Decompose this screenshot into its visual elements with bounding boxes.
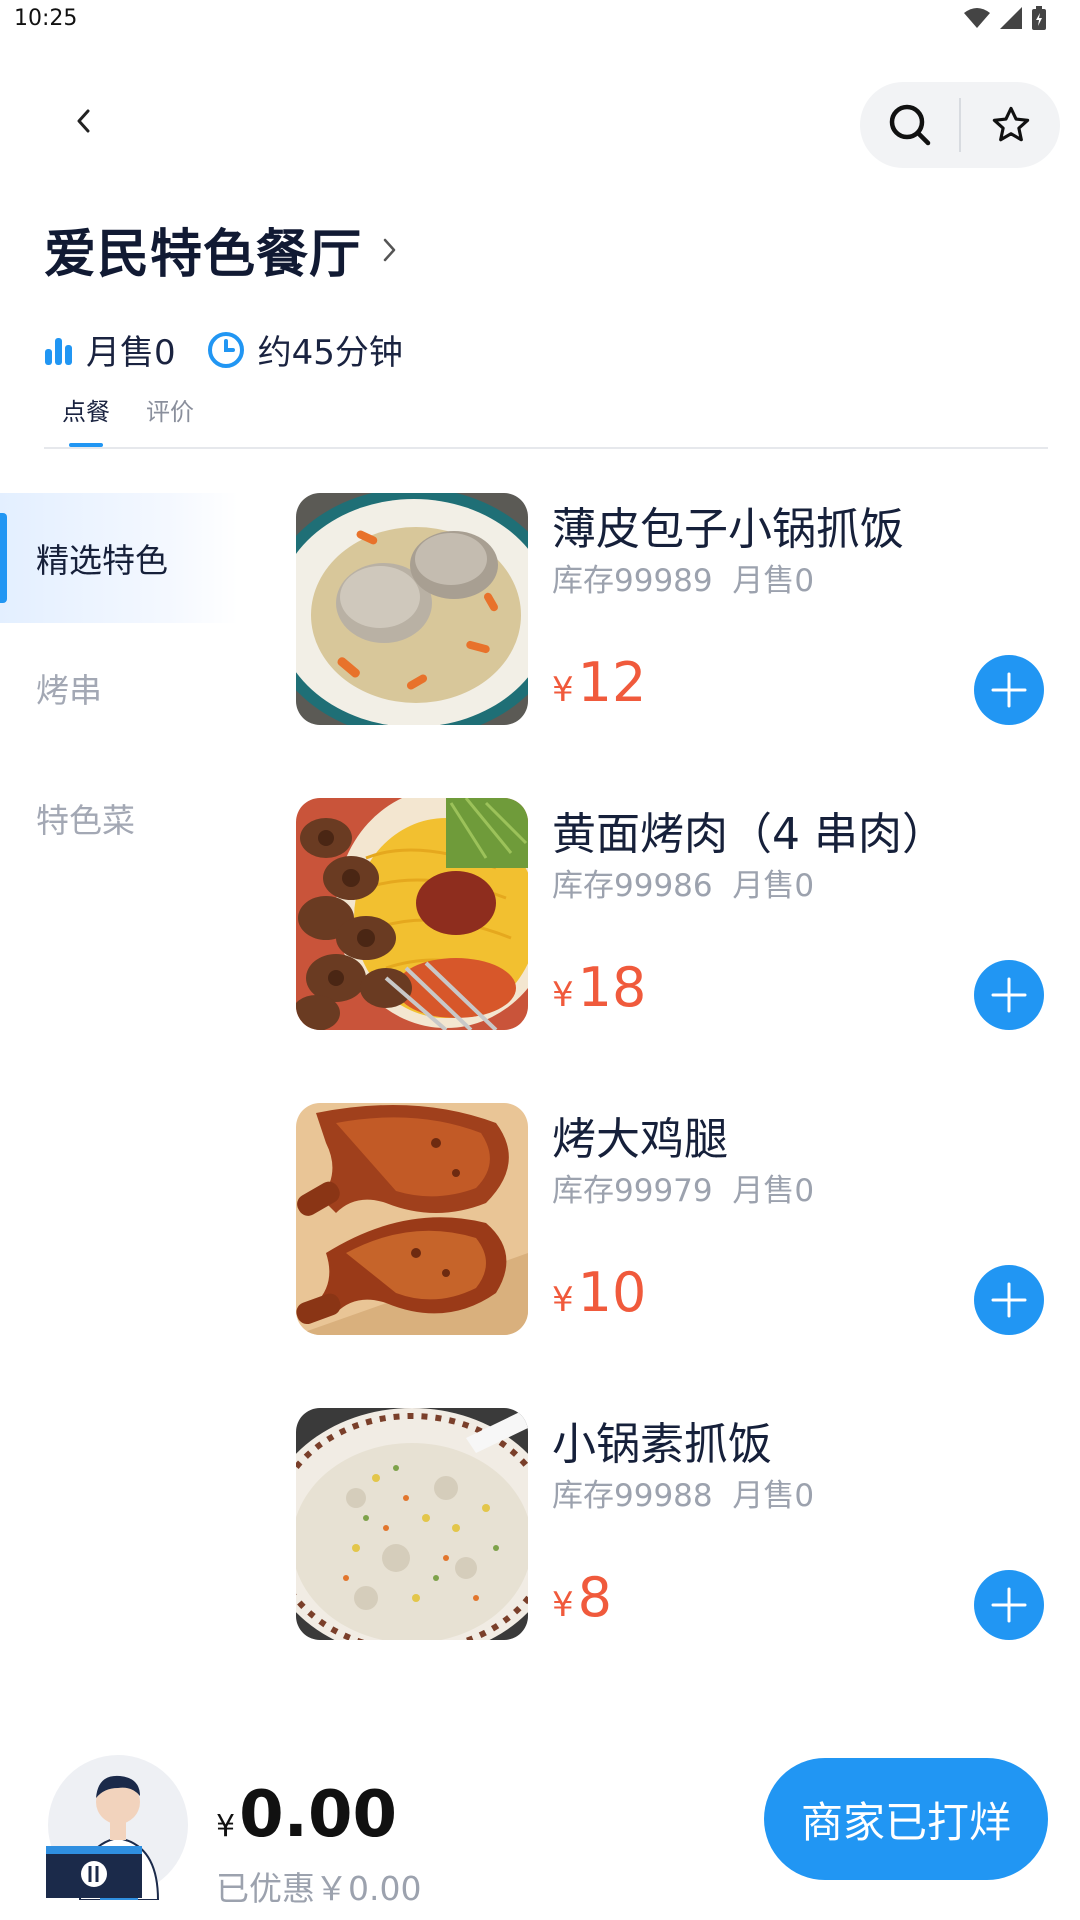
price-value: 8	[577, 1566, 612, 1629]
tabs-divider	[44, 447, 1048, 449]
dish-item[interactable]: 薄皮包子小锅抓饭 库存99989 月售0 ¥12	[296, 493, 1066, 727]
dumplings-pilaf-photo	[296, 493, 528, 725]
price-currency: ¥	[552, 1585, 574, 1625]
roast-chicken-leg-photo	[296, 1103, 528, 1335]
header-actions	[860, 82, 1060, 168]
dish-price: ¥18	[552, 956, 646, 1019]
plus-icon	[991, 672, 1027, 708]
price-currency: ¥	[552, 1280, 574, 1320]
monthly-sales: 月售0	[44, 325, 176, 374]
category-skewers[interactable]: 烤串	[0, 623, 238, 753]
dish-sales: 月售0	[732, 1478, 815, 1514]
dish-stock: 库存99988	[552, 1478, 713, 1514]
search-icon	[889, 104, 930, 146]
dish-stock: 库存99979	[552, 1173, 713, 1209]
cart-total: ¥0.00	[216, 1778, 397, 1852]
add-to-cart-button[interactable]	[974, 1570, 1044, 1640]
status-icons	[964, 6, 1046, 30]
category-specialty[interactable]: 特色菜	[0, 753, 238, 883]
dish-price: ¥12	[552, 651, 646, 714]
add-to-cart-button[interactable]	[974, 1265, 1044, 1335]
dish-sales: 月售0	[732, 563, 815, 599]
signal-icon	[1000, 7, 1022, 29]
price-value: 18	[577, 956, 647, 1019]
vegetable-pilaf-photo	[296, 1408, 528, 1640]
category-label: 烤串	[36, 671, 102, 710]
store-name: 爱民特色餐厅	[44, 225, 363, 285]
delivery-time-text: 约45分钟	[257, 333, 403, 373]
dish-item[interactable]: 小锅素抓饭 库存99988 月售0 ¥8	[296, 1408, 1066, 1642]
dish-name: 黄面烤肉（4 串肉）	[552, 809, 946, 860]
plus-icon	[991, 977, 1027, 1013]
dish-price: ¥8	[552, 1566, 612, 1629]
dish-sales: 月售0	[732, 868, 815, 904]
favorite-button[interactable]	[961, 82, 1060, 168]
dish-item[interactable]: 烤大鸡腿 库存99979 月售0 ¥10	[296, 1103, 1066, 1337]
noodles-kebab-photo	[296, 798, 528, 1030]
battery-icon	[1032, 6, 1046, 30]
store-title-row[interactable]: 爱民特色餐厅	[44, 212, 398, 287]
checkout-button[interactable]: 商家已打烊	[764, 1758, 1048, 1880]
dish-sales: 月售0	[732, 1173, 815, 1209]
price-currency: ¥	[552, 975, 574, 1015]
wifi-icon	[964, 8, 990, 28]
dish-item[interactable]: 黄面烤肉（4 串肉） 库存99986 月售0 ¥18	[296, 798, 1066, 1032]
dish-stock: 库存99989	[552, 563, 713, 599]
back-icon	[77, 109, 90, 133]
search-button[interactable]	[860, 82, 959, 168]
dish-stock: 库存99986	[552, 868, 713, 904]
total-currency: ¥	[216, 1809, 236, 1844]
star-icon	[992, 106, 1029, 142]
monthly-sales-text: 月售0	[86, 333, 176, 373]
total-amount: 0.00	[239, 1778, 397, 1852]
tab-reviews[interactable]: 评价	[146, 392, 194, 447]
plus-icon	[991, 1587, 1027, 1623]
dish-stats: 库存99988 月售0	[552, 1470, 814, 1515]
sales-chart-icon	[45, 337, 72, 365]
dish-price: ¥10	[552, 1261, 646, 1324]
add-to-cart-button[interactable]	[974, 655, 1044, 725]
plus-icon	[991, 1282, 1027, 1318]
back-button[interactable]	[58, 96, 108, 146]
discount-text: 已优惠￥0.00	[216, 1869, 422, 1908]
dish-name: 薄皮包子小锅抓饭	[552, 504, 904, 555]
category-label: 精选特色	[36, 541, 168, 580]
store-meta: 月售0 约45分钟	[44, 325, 433, 374]
tab-bar: 点餐 评价	[62, 392, 194, 447]
cart-illustration[interactable]	[40, 1750, 190, 1901]
clock-icon	[207, 331, 244, 368]
add-to-cart-button[interactable]	[974, 960, 1044, 1030]
tab-order[interactable]: 点餐	[62, 392, 110, 447]
chevron-right-icon	[383, 238, 396, 261]
dish-name: 小锅素抓饭	[552, 1419, 772, 1470]
dish-stats: 库存99986 月售0	[552, 860, 814, 905]
price-value: 10	[577, 1261, 647, 1324]
price-value: 12	[577, 651, 647, 714]
delivery-time: 约45分钟	[206, 325, 403, 374]
status-time: 10:25	[14, 6, 78, 31]
category-label: 特色菜	[36, 801, 135, 840]
price-currency: ¥	[552, 670, 574, 710]
dish-name: 烤大鸡腿	[552, 1114, 728, 1165]
dish-stats: 库存99989 月售0	[552, 555, 814, 600]
category-featured[interactable]: 精选特色	[0, 493, 238, 623]
dish-stats: 库存99979 月售0	[552, 1165, 814, 1210]
